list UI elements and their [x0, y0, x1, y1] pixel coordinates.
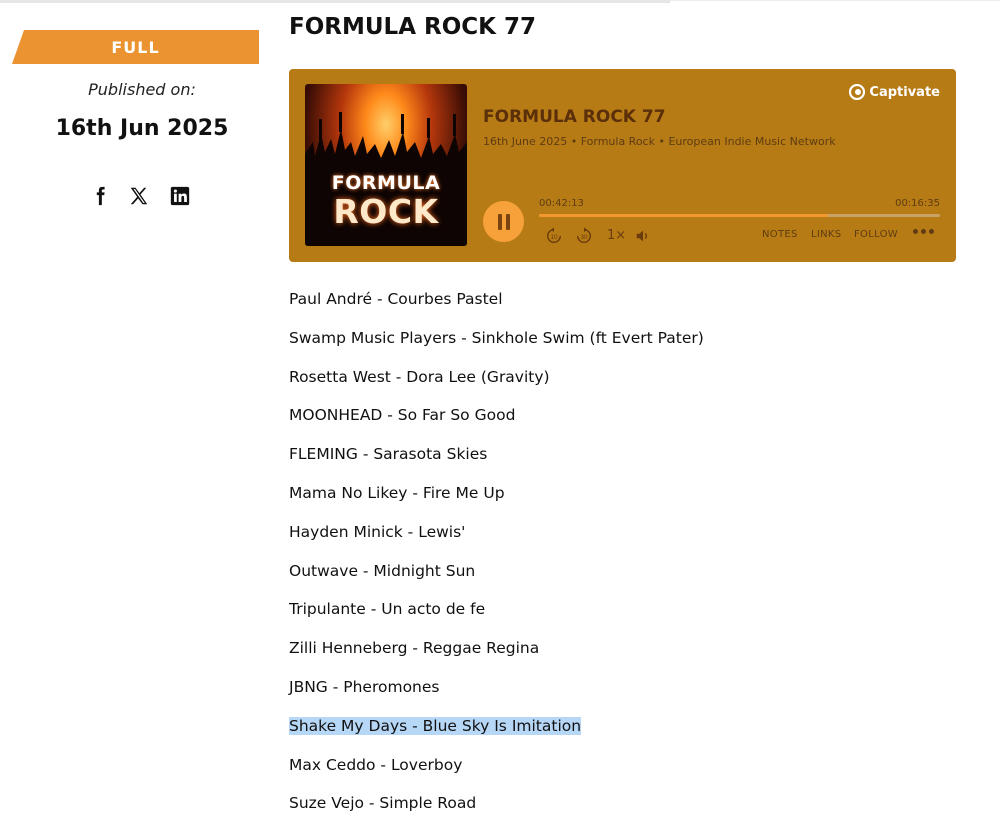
track-label: MOONHEAD - So Far So Good: [289, 406, 516, 425]
track-label: Zilli Henneberg - Reggae Regina: [289, 639, 540, 658]
track-label: Max Ceddo - Loverboy: [289, 755, 463, 774]
episode-title: FORMULA ROCK 77: [483, 107, 666, 127]
track-item: Suze Vejo - Simple Road: [289, 791, 704, 830]
top-divider-right: [670, 0, 1000, 1]
track-item: Zilli Henneberg - Reggae Regina: [289, 636, 704, 675]
track-label: Suze Vejo - Simple Road: [289, 794, 477, 813]
pause-icon: [497, 213, 502, 230]
tracklist: Paul André - Courbes Pastel Swamp Music P…: [289, 287, 704, 830]
track-item: Outwave - Midnight Sun: [289, 559, 704, 598]
published-label: Published on:: [88, 80, 196, 99]
forward-icon: 30: [576, 227, 592, 244]
episode-type-badge: FULL: [12, 30, 259, 64]
track-label: Paul André - Courbes Pastel: [289, 290, 503, 308]
page-title: FORMULA ROCK 77: [289, 14, 536, 40]
track-item: Max Ceddo - Loverboy: [289, 753, 704, 792]
track-label: Swamp Music Players - Sinkhole Swim (ft …: [289, 328, 704, 347]
links-link[interactable]: LINKS: [811, 229, 841, 240]
follow-link[interactable]: FOLLOW: [854, 229, 898, 240]
track-item: MOONHEAD - So Far So Good: [289, 403, 704, 442]
x-icon[interactable]: [127, 184, 151, 208]
rewind-icon: 10: [546, 227, 562, 244]
captivate-label: Captivate: [869, 84, 940, 100]
pause-button[interactable]: [483, 201, 524, 242]
volume-icon: [636, 230, 648, 242]
track-item: Paul André - Courbes Pastel: [289, 287, 704, 326]
episode-cover-art: FORMULA ROCK: [305, 84, 467, 246]
more-dots-icon: [913, 229, 918, 234]
remaining-time: 00:16:35: [895, 198, 940, 209]
published-date: 16th Jun 2025: [55, 116, 229, 141]
track-item: Swamp Music Players - Sinkhole Swim (ft …: [289, 326, 704, 365]
episode-meta: 16th June 2025 • Formula Rock • European…: [483, 135, 836, 148]
speed-button[interactable]: 1×: [607, 228, 626, 243]
track-item: JBNG - Pheromones: [289, 675, 704, 714]
track-item: Shake My Days - Blue Sky Is Imitation: [289, 714, 704, 753]
track-label: Outwave - Midnight Sun: [289, 561, 476, 580]
track-label: Hayden Minick - Lewis': [289, 522, 466, 541]
current-time: 00:42:13: [539, 198, 584, 209]
notes-link[interactable]: NOTES: [762, 229, 798, 240]
track-label: Tripulante - Un acto de fe: [289, 600, 486, 619]
track-item: Mama No Likey - Fire Me Up: [289, 481, 704, 520]
linkedin-icon[interactable]: [168, 184, 192, 208]
forward-button[interactable]: 30: [575, 227, 593, 245]
progress-fill: [539, 214, 828, 217]
rewind-button[interactable]: 10: [545, 227, 563, 245]
track-label: FLEMING - Sarasota Skies: [289, 445, 488, 464]
captivate-logo[interactable]: Captivate: [849, 84, 940, 100]
cover-title-line1: FORMULA: [331, 172, 441, 194]
track-item: FLEMING - Sarasota Skies: [289, 442, 704, 481]
track-label: Rosetta West - Dora Lee (Gravity): [289, 367, 550, 386]
track-item: Tripulante - Un acto de fe: [289, 597, 704, 636]
track-label: Shake My Days - Blue Sky Is Imitation: [289, 716, 582, 735]
svg-text:10: 10: [550, 234, 558, 241]
track-label: Mama No Likey - Fire Me Up: [289, 483, 505, 502]
track-item: Rosetta West - Dora Lee (Gravity): [289, 365, 704, 404]
track-item: Hayden Minick - Lewis': [289, 520, 704, 559]
top-divider: [0, 0, 670, 3]
progress-bar[interactable]: [539, 214, 940, 217]
podcast-player: FORMULA ROCK Captivate FORMULA ROCK 77 1…: [289, 69, 956, 262]
more-options-button[interactable]: [913, 229, 934, 234]
captivate-icon: [849, 84, 866, 100]
track-label: JBNG - Pheromones: [289, 677, 440, 696]
svg-text:30: 30: [580, 234, 588, 241]
cover-title-line2: ROCK: [333, 192, 439, 231]
volume-button[interactable]: [634, 227, 652, 245]
facebook-icon[interactable]: [88, 184, 112, 208]
